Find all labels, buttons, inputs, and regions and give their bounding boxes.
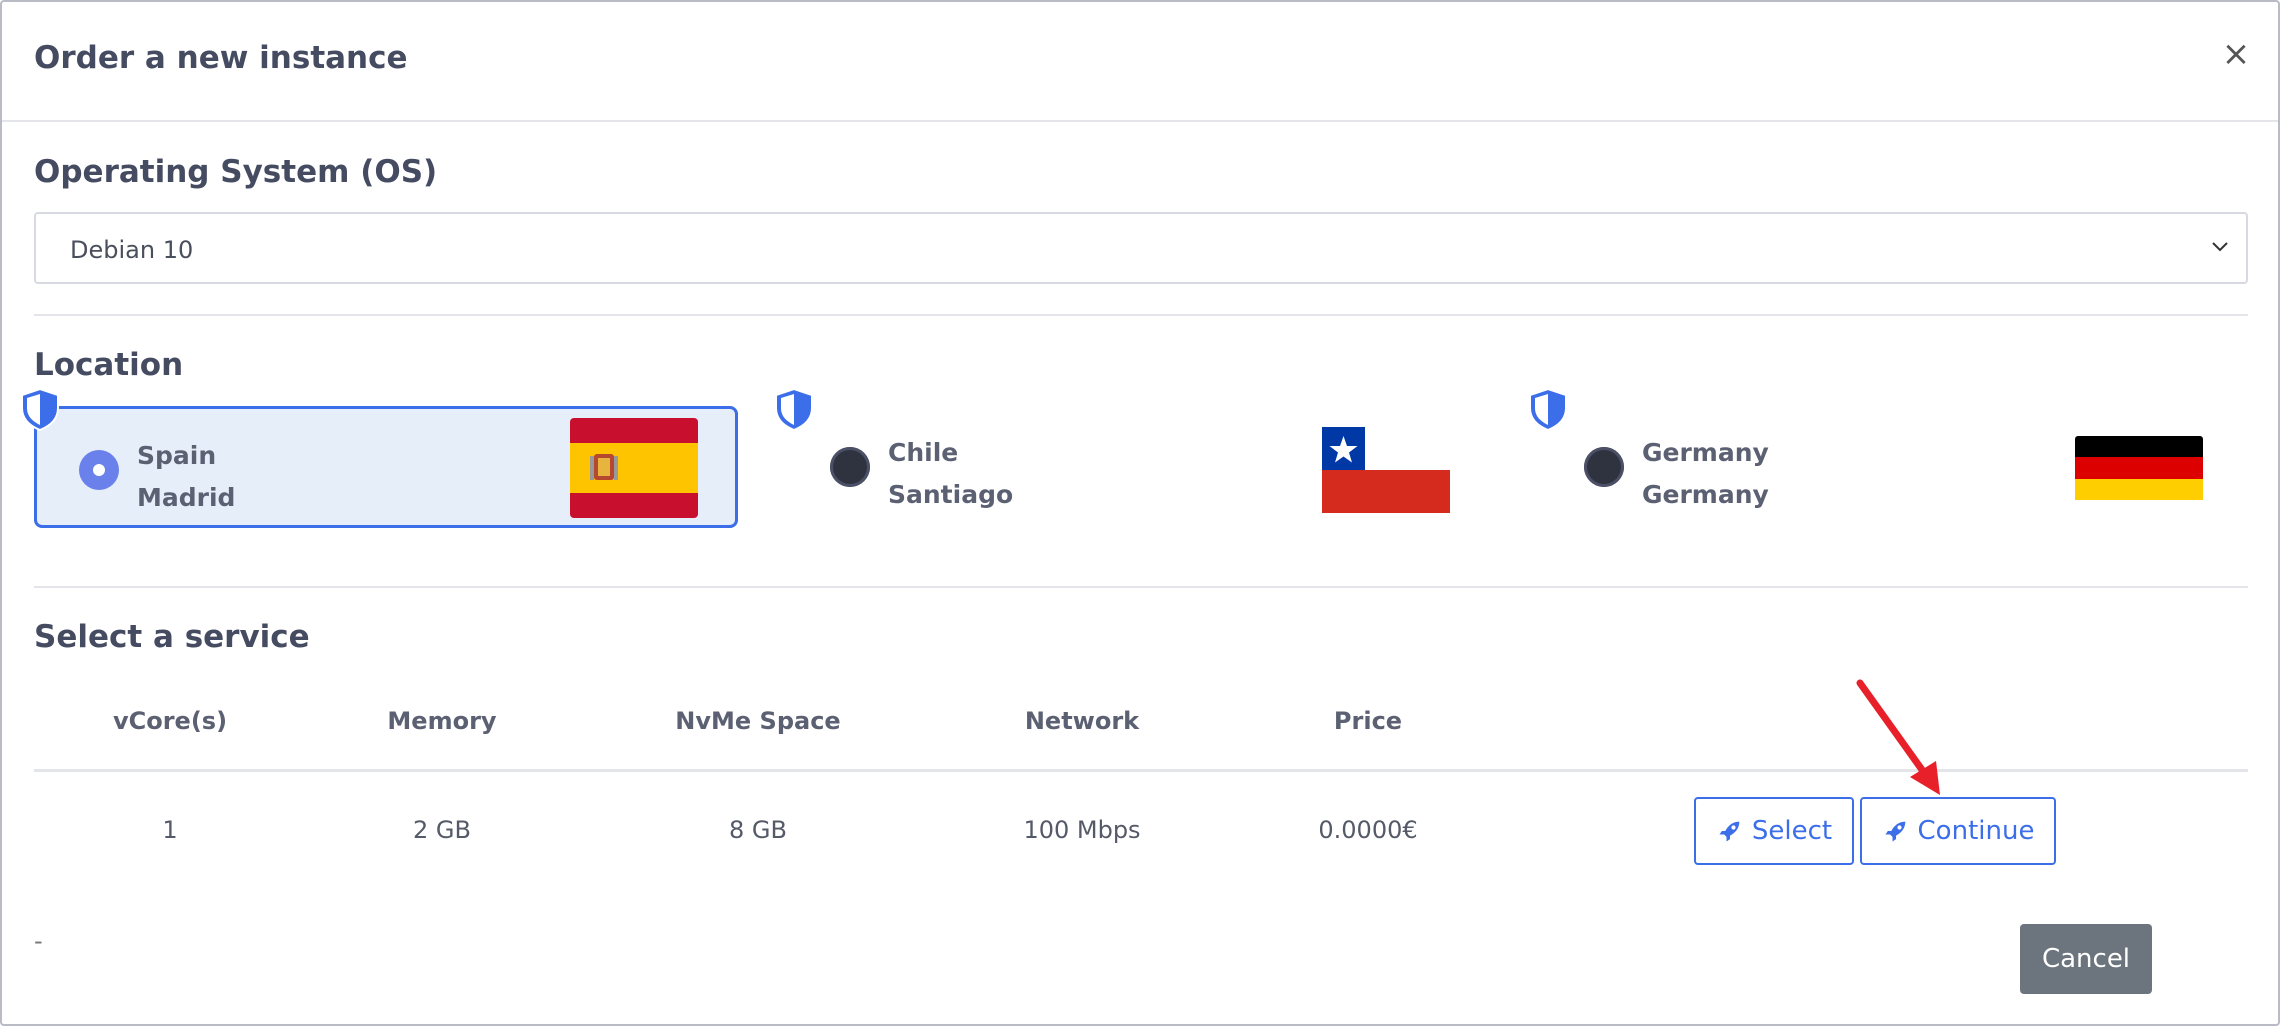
column-header-memory: Memory xyxy=(387,707,497,735)
cell-memory: 2 GB xyxy=(413,816,471,844)
modal-header: Order a new instance × xyxy=(2,2,2278,122)
os-select[interactable]: Debian 10 xyxy=(34,212,2248,284)
modal-title: Order a new instance xyxy=(34,40,408,76)
germany-flag-icon xyxy=(2075,436,2203,500)
location-city: Germany xyxy=(1642,480,1769,509)
shield-icon xyxy=(21,387,59,432)
os-section-title: Operating System (OS) xyxy=(34,154,438,190)
cancel-button[interactable]: Cancel xyxy=(2020,924,2152,994)
spain-flag-icon xyxy=(570,418,698,518)
column-header-nvme: NvMe Space xyxy=(675,707,841,735)
rocket-icon xyxy=(1719,821,1740,842)
service-section-title: Select a service xyxy=(34,619,310,655)
select-button[interactable]: Select xyxy=(1694,797,1854,865)
divider xyxy=(34,586,2248,588)
chevron-down-icon xyxy=(2212,242,2228,252)
select-button-label: Select xyxy=(1751,816,1833,846)
os-selected-value: Debian 10 xyxy=(70,236,194,264)
location-country: Chile xyxy=(888,438,959,467)
shield-icon xyxy=(1529,387,1567,432)
rocket-icon xyxy=(1885,821,1905,842)
column-header-price: Price xyxy=(1333,707,1403,735)
red-arrow-annotation xyxy=(1856,679,1940,795)
order-instance-modal: Order a new instance × Operating System … xyxy=(0,0,2280,1026)
column-header-vcores: vCore(s) xyxy=(112,707,228,735)
cell-network: 100 Mbps xyxy=(1023,816,1141,844)
divider xyxy=(34,314,2248,316)
continue-button-label: Continue xyxy=(1917,816,2035,846)
cell-vcores: 1 xyxy=(162,816,178,844)
location-city: Madrid xyxy=(137,483,236,512)
footer-dash: - xyxy=(34,927,43,955)
radio-spain[interactable] xyxy=(79,450,119,490)
radio-chile[interactable] xyxy=(830,447,870,487)
location-section-title: Location xyxy=(34,347,184,383)
location-option-spain[interactable]: Spain Madrid xyxy=(34,406,738,528)
location-country: Spain xyxy=(137,441,217,470)
location-option-chile[interactable]: Chile Santiago xyxy=(788,406,1492,528)
shield-icon xyxy=(775,387,813,432)
location-country: Germany xyxy=(1642,438,1769,467)
radio-germany[interactable] xyxy=(1584,447,1624,487)
column-header-network: Network xyxy=(1024,707,1140,735)
cell-price: 0.0000€ xyxy=(1318,816,1418,844)
cell-nvme: 8 GB xyxy=(729,816,787,844)
location-city: Santiago xyxy=(888,480,1014,509)
continue-button[interactable]: Continue xyxy=(1860,797,2056,865)
location-option-germany[interactable]: Germany Germany xyxy=(1542,406,2246,528)
chile-flag-icon xyxy=(1322,427,1450,513)
close-button[interactable]: × xyxy=(2216,34,2256,74)
